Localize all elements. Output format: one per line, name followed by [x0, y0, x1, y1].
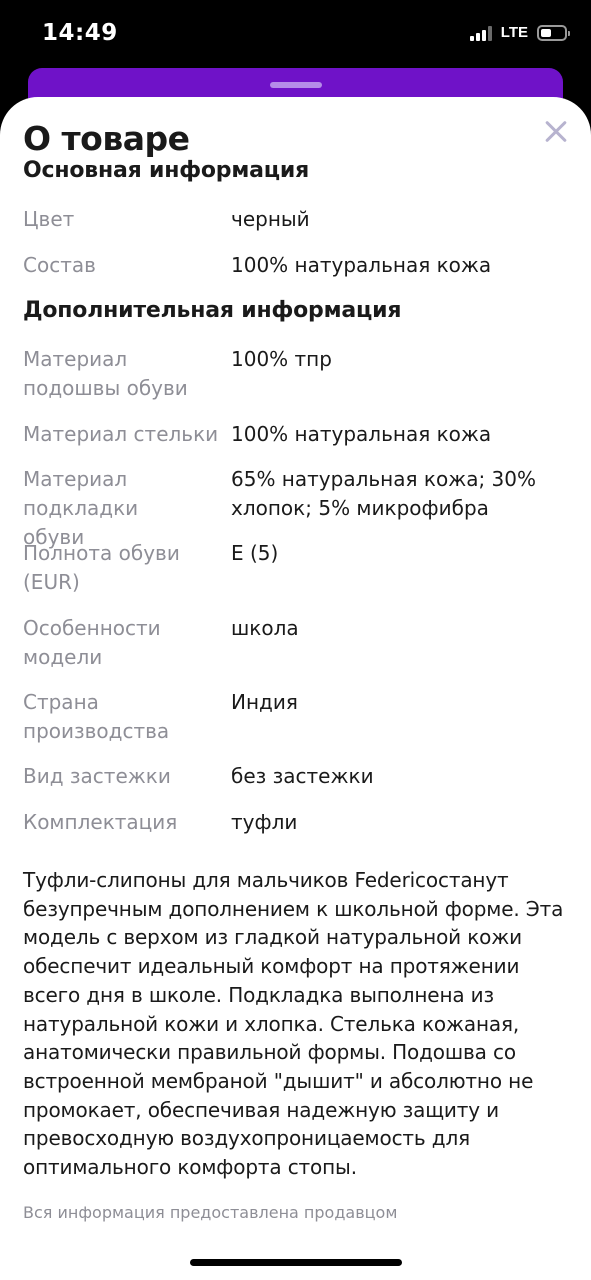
attribute-label: Материал подошвы обуви [23, 347, 188, 400]
close-icon[interactable] [540, 116, 572, 148]
attribute-label: Материал стельки [23, 422, 219, 446]
attribute-value: 65% натуральная кожа; 30% хлопок; 5% мик… [231, 467, 537, 520]
attribute-label: Состав [23, 253, 96, 277]
attribute-label: Вид застежки [23, 764, 171, 788]
attribute-value: без застежки [231, 764, 374, 788]
home-indicator[interactable] [190, 1259, 402, 1266]
sheet-title: О товаре [23, 119, 190, 158]
seller-disclaimer: Вся информация предоставлена продавцом [23, 1203, 398, 1222]
attribute-value: 100% натуральная кожа [231, 253, 492, 277]
attribute-label: Страна производства [23, 690, 170, 743]
cellular-signal-icon [469, 25, 492, 41]
additional-info-heading: Дополнительная информация [23, 298, 402, 323]
battery-icon [537, 24, 570, 41]
main-info-heading: Основная информация [23, 158, 309, 183]
network-type-label: LTE [500, 24, 528, 41]
attribute-value: E (5) [231, 541, 279, 565]
attribute-value: черный [231, 207, 310, 231]
product-description: Туфли-слипоны для мальчиков Federicoстан… [23, 868, 564, 1180]
attribute-value: 100% натуральная кожа [231, 422, 492, 446]
attribute-value: туфли [231, 810, 298, 834]
attribute-value: школа [231, 616, 299, 640]
attribute-label: Полнота обуви (EUR) [23, 541, 180, 594]
attribute-label: Цвет [23, 207, 75, 231]
attribute-value: 100% тпр [231, 347, 332, 371]
battery-level-fill [541, 28, 551, 37]
attribute-label: Комплектация [23, 810, 178, 834]
status-time: 14:49 [42, 20, 118, 46]
attribute-value: Индия [231, 690, 298, 714]
status-bar: 14:49 LTE [0, 0, 591, 70]
sheet-grabber-handle[interactable] [270, 82, 322, 88]
attribute-label: Особенности модели [23, 616, 161, 669]
status-indicators: LTE [469, 24, 570, 41]
